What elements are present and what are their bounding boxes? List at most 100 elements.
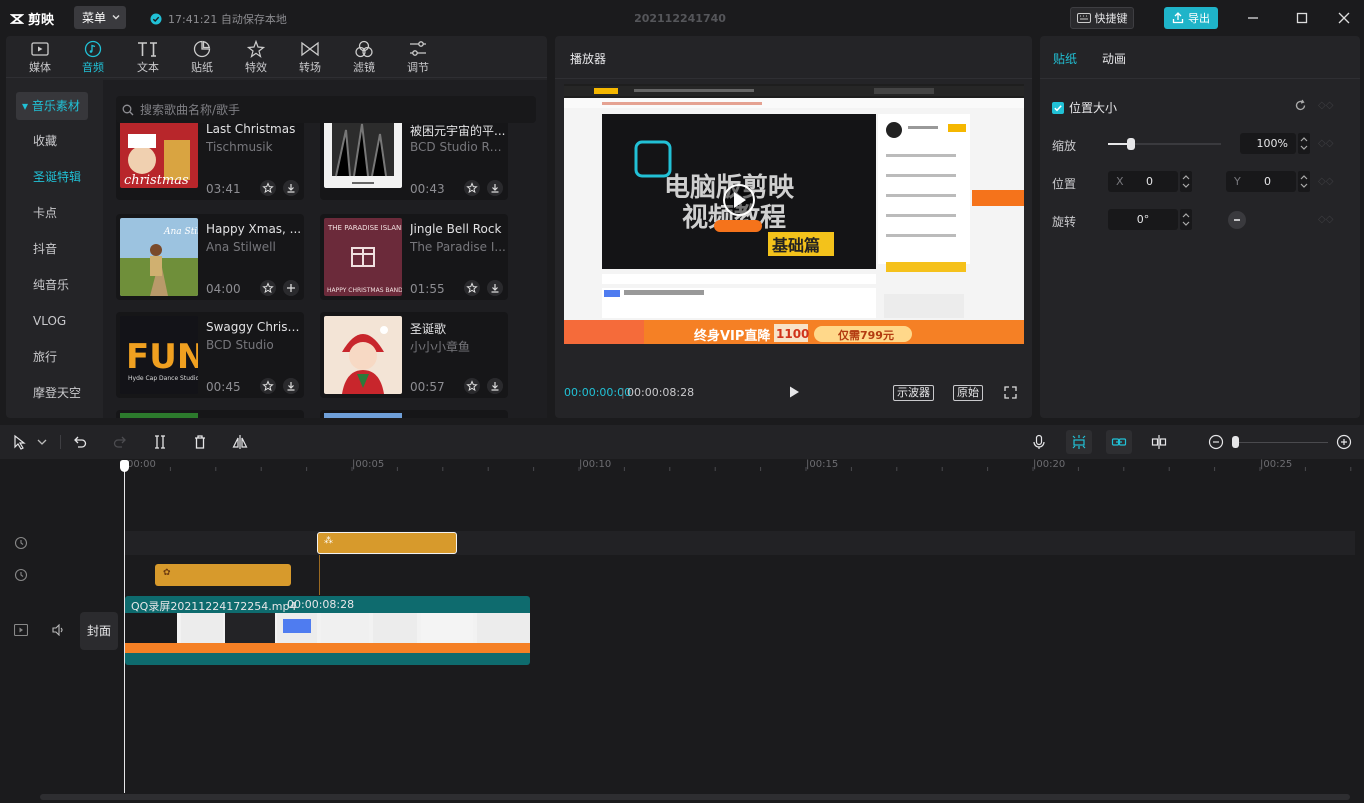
music-card[interactable]: 圣诞歌 小小小章鱼 00:57	[320, 312, 508, 398]
position-x-input[interactable]: X 0	[1108, 171, 1178, 192]
search-input[interactable]: 搜索歌曲名称/歌手	[140, 101, 240, 118]
sidebar-item-beat[interactable]: 卡点	[6, 195, 102, 231]
tab-audio[interactable]: 音频	[68, 39, 118, 77]
video-preview[interactable]: 电脑版剪映 视频教程 基础篇 终身VIP直降	[564, 84, 1024, 344]
app-name: 剪映	[28, 13, 55, 28]
mirror-icon[interactable]	[232, 434, 248, 450]
sidebar-item-travel[interactable]: 旅行	[6, 339, 102, 375]
menu-button[interactable]: 菜单	[74, 6, 126, 29]
music-card-partial[interactable]	[320, 410, 508, 418]
chevron-down-icon[interactable]	[36, 434, 48, 450]
link-toggle[interactable]	[1106, 430, 1132, 454]
select-pointer-icon[interactable]	[12, 434, 28, 450]
add-icon[interactable]	[283, 280, 299, 296]
delete-icon[interactable]	[192, 434, 208, 450]
zoom-slider-thumb[interactable]	[1232, 436, 1239, 448]
music-card[interactable]: THE PARADISE ISLANDERS HAPPY CHRISTMAS BA…	[320, 214, 508, 300]
position-size-section[interactable]: 位置大小	[1052, 99, 1117, 116]
video-track-icon	[14, 624, 28, 636]
sidebar-item-favorites[interactable]: 收藏	[6, 123, 102, 159]
keyframe-diamond-icon: ◇◇	[1318, 138, 1334, 149]
media-library-panel: 媒体 音频 文本 贴纸 特效 转场 滤镜 调节 ▾ 音乐素材 收藏 圣诞特辑 卡…	[6, 36, 547, 418]
minimize-icon[interactable]	[1245, 10, 1261, 26]
tab-media[interactable]: 媒体	[15, 39, 65, 77]
magnet-snap-toggle[interactable]	[1066, 430, 1092, 454]
original-ratio-button[interactable]: 原始	[953, 385, 983, 401]
link-icon	[1111, 438, 1127, 446]
position-y-input[interactable]: Y 0	[1226, 171, 1296, 192]
sticker-clip-selected[interactable]: ⁂	[317, 532, 457, 554]
sidebar-item-pure-music[interactable]: 纯音乐	[6, 267, 102, 303]
tab-animation[interactable]: 动画	[1102, 50, 1126, 67]
favorite-star-icon[interactable]	[464, 378, 480, 394]
tab-text[interactable]: 文本	[123, 39, 173, 77]
download-icon[interactable]	[283, 180, 299, 196]
x-stepper-icon[interactable]	[1180, 171, 1192, 192]
tab-effects[interactable]: 特效	[231, 39, 281, 77]
svg-text:THE PARADISE ISLANDERS: THE PARADISE ISLANDERS	[327, 224, 402, 232]
rotate-stepper-icon[interactable]	[1180, 209, 1192, 230]
play-icon[interactable]	[787, 385, 801, 399]
favorite-star-icon[interactable]	[260, 180, 276, 196]
close-icon[interactable]	[1336, 10, 1352, 26]
sidebar-category-music[interactable]: ▾ 音乐素材	[16, 92, 88, 120]
timeline-scrollbar[interactable]	[40, 794, 1350, 800]
tab-sticker-props[interactable]: 贴纸	[1053, 50, 1077, 67]
zoom-out-icon[interactable]	[1208, 434, 1224, 450]
checkbox-icon[interactable]	[1052, 101, 1064, 114]
music-card[interactable]: 被困元宇宙的平... BCD Studio Ra... 00:43	[320, 114, 508, 200]
favorite-star-icon[interactable]	[464, 280, 480, 296]
music-card[interactable]: Ana Stilwell Happy Xmas, ... Ana Stilwel…	[116, 214, 304, 300]
music-card-partial[interactable]	[116, 410, 304, 418]
export-button[interactable]: 导出	[1164, 7, 1218, 29]
scale-input[interactable]: 100%	[1240, 133, 1296, 154]
zoom-slider[interactable]	[1234, 442, 1328, 443]
playhead-handle[interactable]	[120, 460, 129, 472]
music-card[interactable]: christmas Last Christmas Tischmusik 03:4…	[116, 114, 304, 200]
playhead[interactable]	[124, 463, 125, 793]
rotate-input[interactable]: 0°	[1108, 209, 1178, 230]
split-icon[interactable]	[152, 434, 168, 450]
microphone-icon[interactable]	[1031, 434, 1047, 450]
fullscreen-icon[interactable]	[1004, 386, 1017, 399]
ruler-tick-label: |00:10	[579, 459, 612, 470]
search-bar[interactable]: 搜索歌曲名称/歌手	[116, 96, 536, 123]
download-icon[interactable]	[487, 378, 503, 394]
tab-sticker[interactable]: 贴纸	[177, 39, 227, 77]
shortcut-button[interactable]: 快捷键	[1070, 7, 1134, 29]
tab-adjust[interactable]: 调节	[393, 39, 443, 77]
reset-icon[interactable]	[1294, 99, 1307, 112]
volume-icon[interactable]	[52, 624, 66, 636]
cover-button[interactable]: 封面	[80, 612, 118, 650]
scale-stepper-icon[interactable]	[1298, 133, 1310, 154]
undo-icon[interactable]	[72, 434, 88, 450]
tab-filter[interactable]: 滤镜	[339, 39, 389, 77]
redo-icon[interactable]	[112, 434, 128, 450]
waveform-button[interactable]: 示波器	[893, 385, 934, 401]
effects-icon	[247, 40, 265, 58]
preview-banner-now: 仅需799元	[837, 328, 894, 342]
download-icon[interactable]	[487, 280, 503, 296]
video-clip[interactable]: QQ录屏20211224172254.mp4 00:00:08:28	[125, 596, 530, 665]
time-ruler[interactable]	[125, 461, 1355, 471]
sidebar-item-vlog[interactable]: VLOG	[6, 303, 102, 339]
favorite-star-icon[interactable]	[260, 280, 276, 296]
sidebar-item-douyin[interactable]: 抖音	[6, 231, 102, 267]
rotate-dial-icon[interactable]	[1227, 210, 1247, 230]
zoom-in-icon[interactable]	[1336, 434, 1352, 450]
favorite-star-icon[interactable]	[464, 180, 480, 196]
music-card[interactable]: FUN Hyde Cap Dance Studio Swaggy Christ..…	[116, 312, 304, 398]
media-icon	[31, 42, 49, 56]
download-icon[interactable]	[283, 378, 299, 394]
sidebar-item-modern-sky[interactable]: 摩登天空	[6, 375, 102, 411]
scale-slider-thumb[interactable]	[1126, 138, 1135, 150]
sticker-clip[interactable]: ✿	[155, 564, 291, 586]
favorite-star-icon[interactable]	[260, 378, 276, 394]
sidebar-item-christmas[interactable]: 圣诞特辑	[6, 159, 102, 195]
y-stepper-icon[interactable]	[1298, 171, 1310, 192]
download-icon[interactable]	[487, 180, 503, 196]
tab-transition[interactable]: 转场	[285, 39, 335, 77]
scale-slider-track[interactable]	[1108, 138, 1221, 150]
maximize-icon[interactable]	[1294, 10, 1310, 26]
preview-axis-icon[interactable]	[1151, 434, 1167, 450]
